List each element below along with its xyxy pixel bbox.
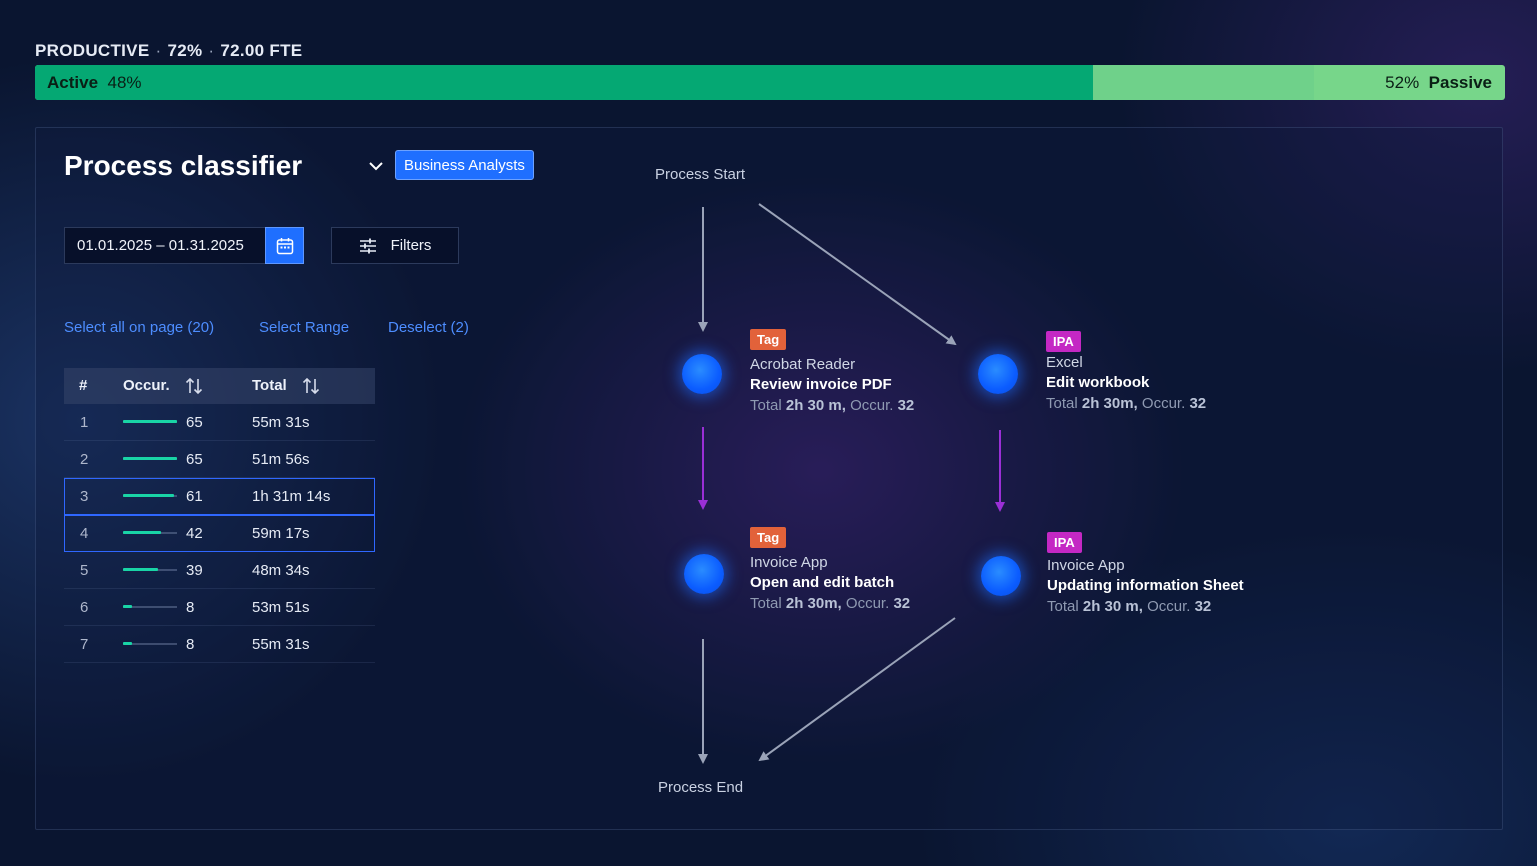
ipa-badge: IPA — [1047, 532, 1082, 553]
row-occurrences: 65 — [186, 451, 203, 468]
sort-arrows-icon[interactable] — [184, 376, 204, 396]
column-header-total[interactable]: Total — [252, 377, 287, 394]
ipa-badge: IPA — [1046, 331, 1081, 352]
deselect-link[interactable]: Deselect (2) — [388, 319, 469, 336]
activity-ratio-bar: Active 48% 52% Passive — [35, 65, 1505, 100]
row-occurrences: 8 — [186, 636, 195, 653]
active-label: Active 48% — [47, 73, 142, 92]
row-occurrences: 65 — [186, 414, 203, 431]
node-stats: Total 2h 30m, Occur. 32 — [750, 595, 911, 612]
node-app-name: Invoice App — [750, 554, 828, 571]
summary-fte: 72.00 FTE — [220, 41, 303, 60]
filters-button[interactable]: Filters — [331, 227, 459, 264]
occurrence-bar-fill — [123, 420, 177, 423]
row-index: 6 — [80, 599, 89, 616]
node-task-name: Review invoice PDF — [750, 376, 892, 393]
occurrence-bar — [123, 457, 177, 460]
row-index: 4 — [80, 525, 89, 542]
table-row[interactable]: 5 39 48m 34s — [64, 552, 375, 589]
occurrence-bar-fill — [123, 494, 174, 497]
table-row[interactable]: 4 42 59m 17s — [64, 515, 375, 552]
row-occurrences: 61 — [186, 488, 203, 505]
row-total: 1h 31m 14s — [252, 488, 331, 505]
occurrence-bar-fill — [123, 531, 161, 534]
table-header: # Occur. Total — [64, 368, 375, 404]
occurrence-bar — [123, 420, 177, 423]
productivity-summary: PRODUCTIVE · 72% · 72.00 FTE — [35, 41, 303, 60]
row-index: 7 — [80, 636, 89, 653]
flow-node-invoice-sheet[interactable]: IPA Invoice App Updating information She… — [1047, 532, 1244, 615]
process-start-label: Process Start — [655, 166, 746, 183]
occurrence-bar — [123, 605, 177, 608]
page-title: Process classifier — [64, 150, 303, 181]
row-index: 2 — [80, 451, 89, 468]
table-row[interactable]: 6 8 53m 51s — [64, 589, 375, 626]
chevron-down-icon[interactable] — [367, 157, 385, 175]
occurrence-bar — [123, 531, 177, 534]
active-segment — [35, 65, 1094, 100]
activity-table: # Occur. Total 1 65 55m 31s 2 65 51m 56s 3 61 1h… — [64, 368, 375, 663]
occurrence-bar-fill — [123, 605, 132, 608]
column-header-index: # — [79, 377, 88, 394]
table-row[interactable]: 3 61 1h 31m 14s — [64, 478, 375, 515]
column-header-occurrences[interactable]: Occur. — [123, 377, 170, 394]
summary-category: PRODUCTIVE — [35, 41, 150, 60]
row-index: 5 — [80, 562, 89, 579]
occurrence-bar — [123, 568, 177, 571]
node-task-name: Updating information Sheet — [1047, 577, 1244, 594]
node-app-name: Acrobat Reader — [750, 356, 856, 373]
row-occurrences: 8 — [186, 599, 195, 616]
passive-label: 52% Passive — [1385, 73, 1492, 92]
calendar-icon — [276, 237, 293, 254]
row-index: 3 — [80, 488, 89, 505]
flow-node-invoice-batch[interactable]: Tag Invoice App Open and edit batch Tota… — [750, 527, 910, 612]
tag-badge: Tag — [750, 527, 787, 548]
row-total: 55m 31s — [252, 414, 310, 431]
date-range-input[interactable] — [64, 227, 266, 264]
node-app-name: Excel — [1046, 354, 1083, 371]
occurrence-bar — [123, 494, 177, 497]
table-row[interactable]: 2 65 51m 56s — [64, 441, 375, 478]
row-occurrences: 39 — [186, 562, 203, 579]
row-total: 48m 34s — [252, 562, 310, 579]
node-task-name: Open and edit batch — [750, 574, 895, 591]
calendar-button[interactable] — [265, 227, 304, 264]
passive-segment — [1093, 65, 1314, 100]
occurrence-bar — [123, 642, 177, 645]
row-total: 59m 17s — [252, 525, 310, 542]
flow-node-marker[interactable] — [682, 354, 722, 394]
flow-node-marker[interactable] — [981, 556, 1021, 596]
filters-label: Filters — [390, 237, 432, 254]
summary-percent: 72% — [167, 41, 203, 60]
flow-node-excel[interactable]: IPA Excel Edit workbook Total 2h 30m, Oc… — [1046, 331, 1206, 412]
occurrence-bar-fill — [123, 568, 159, 571]
node-stats: Total 2h 30 m, Occur. 32 — [1047, 598, 1212, 615]
row-index: 1 — [80, 414, 89, 431]
tag-badge: Tag — [750, 329, 787, 350]
flow-node-marker[interactable] — [978, 354, 1018, 394]
row-occurrences: 42 — [186, 525, 203, 542]
node-task-name: Edit workbook — [1046, 374, 1150, 391]
flow-node-acrobat[interactable]: Tag Acrobat Reader Review invoice PDF To… — [750, 329, 914, 414]
sort-arrows-icon[interactable] — [301, 376, 321, 396]
node-app-name: Invoice App — [1047, 557, 1125, 574]
table-row[interactable]: 1 65 55m 31s — [64, 404, 375, 441]
select-range-link[interactable]: Select Range — [259, 319, 349, 336]
select-all-link[interactable]: Select all on page (20) — [64, 319, 214, 336]
row-total: 55m 31s — [252, 636, 310, 653]
node-stats: Total 2h 30m, Occur. 32 — [1046, 395, 1207, 412]
table-body: 1 65 55m 31s 2 65 51m 56s 3 61 1h 31m 14s 4 42 59m … — [64, 404, 375, 663]
row-total: 51m 56s — [252, 451, 310, 468]
flow-node-marker[interactable] — [684, 554, 724, 594]
row-total: 53m 51s — [252, 599, 310, 616]
table-row[interactable]: 7 8 55m 31s — [64, 626, 375, 663]
occurrence-bar-fill — [123, 642, 132, 645]
team-selector-badge[interactable]: Business Analysts — [395, 150, 534, 180]
sliders-icon — [359, 238, 376, 253]
node-stats: Total 2h 30 m, Occur. 32 — [750, 397, 915, 414]
process-end-label: Process End — [658, 779, 744, 796]
occurrence-bar-fill — [123, 457, 177, 460]
